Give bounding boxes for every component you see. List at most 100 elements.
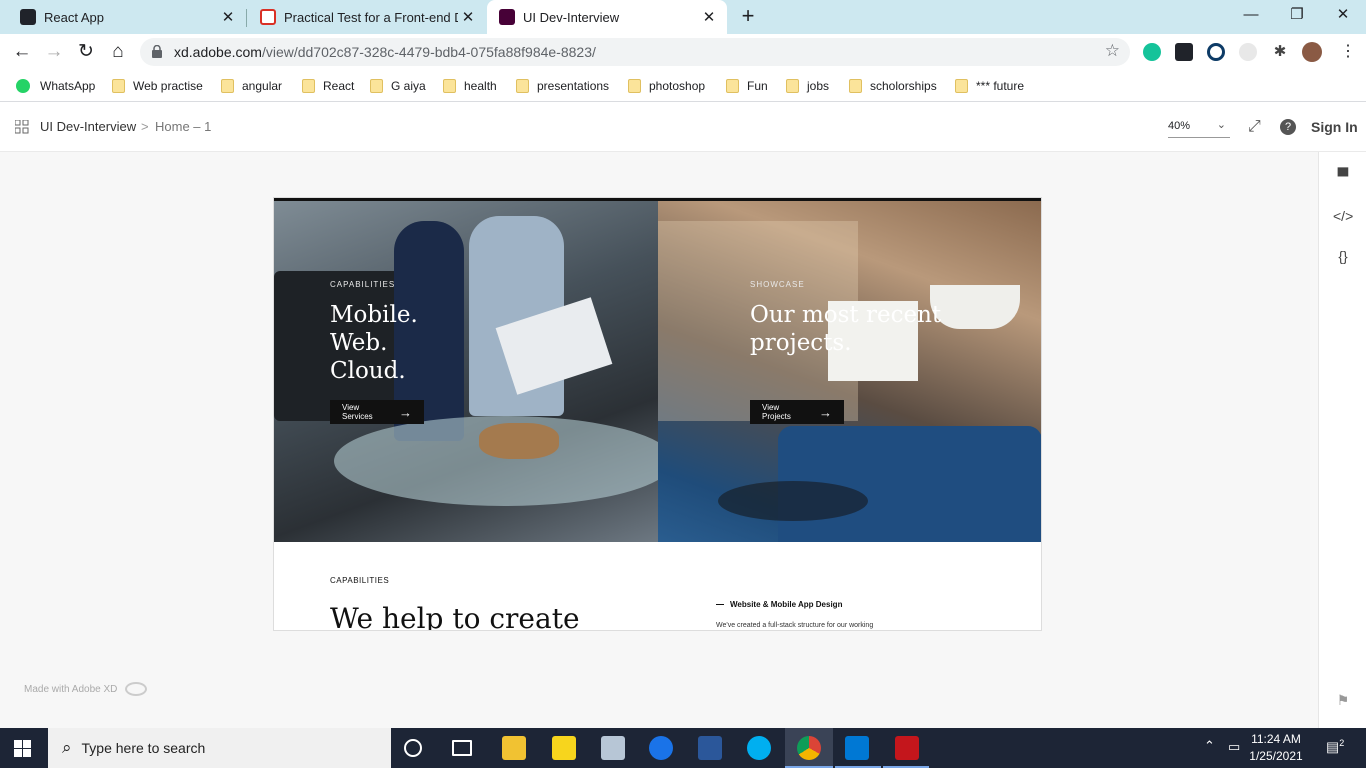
xd-side-panel: ▀ </> {} ⚑	[1318, 152, 1366, 728]
capabilities-section: CAPABILITIES We help to create Website &…	[274, 542, 1041, 630]
help-icon[interactable]: ?	[1280, 119, 1296, 135]
tab-ui-dev-interview[interactable]: UI Dev-Interview ✕	[487, 0, 727, 34]
sign-in-link[interactable]: Sign In	[1311, 119, 1358, 135]
section-eyebrow: CAPABILITIES	[330, 576, 390, 585]
search-icon: ⌕	[62, 738, 72, 757]
photos-icon[interactable]	[601, 736, 625, 760]
new-tab-button[interactable]: +	[736, 4, 760, 28]
bookmark-folder[interactable]: presentations	[516, 76, 609, 96]
notification-icon[interactable]: ▤2	[1326, 738, 1344, 756]
grid-view-icon[interactable]	[15, 120, 29, 134]
minimize-button[interactable]: —	[1228, 0, 1274, 30]
restore-button[interactable]: ❐	[1274, 0, 1320, 30]
made-with-adobe-xd[interactable]: Made with Adobe XD	[24, 682, 148, 696]
breadcrumb-project[interactable]: UI Dev-Interview	[40, 119, 136, 134]
chrome-icon[interactable]	[797, 736, 821, 760]
reload-button[interactable]: ↻	[72, 38, 100, 66]
folder-icon	[628, 79, 641, 93]
lock-icon	[152, 45, 162, 58]
browser-toolbar: ← → ↻ ⌂ xd.adobe.com/view/dd702c87-328c-…	[0, 34, 1366, 70]
hero-eyebrow: SHOWCASE	[750, 280, 805, 289]
file-explorer-icon[interactable]	[502, 736, 526, 760]
grammarly-extension-icon[interactable]	[1143, 43, 1161, 61]
tray-chevron-up-icon[interactable]: ⌃	[1204, 738, 1215, 754]
windows-taskbar: ⌕ Type here to search ⌃ ▭ 11:24 AM 1/25/…	[0, 728, 1366, 768]
braces-icon[interactable]: {}	[1333, 248, 1353, 264]
word-icon[interactable]	[698, 736, 722, 760]
close-window-button[interactable]: ✕	[1320, 0, 1366, 30]
service-title: Website & Mobile App Design	[716, 600, 842, 609]
fullscreen-icon[interactable]: ⤢	[1248, 118, 1261, 136]
folder-icon	[516, 79, 529, 93]
forward-button[interactable]: →	[40, 38, 68, 66]
acrobat-icon[interactable]	[895, 736, 919, 760]
view-projects-button[interactable]: View Projects →	[750, 400, 844, 424]
tab-title: React App	[44, 9, 104, 25]
vscode-icon[interactable]	[845, 736, 869, 760]
hero-showcase: SHOWCASE Our most recent projects. View …	[658, 201, 1041, 542]
folder-icon	[726, 79, 739, 93]
tab-title: Practical Test for a Front-end Dev	[284, 9, 458, 25]
dash-icon	[716, 604, 724, 606]
clock[interactable]: 11:24 AM 1/25/2021	[1246, 732, 1306, 763]
tab-react-app[interactable]: React App ✕	[0, 0, 246, 34]
browser-menu-icon[interactable]: ⋮	[1334, 38, 1362, 66]
network-icon[interactable]: ▭	[1228, 739, 1240, 755]
xd-viewer-header: UI Dev-Interview > Home – 1 40% ⌄ ⤢ ? Si…	[0, 103, 1366, 152]
close-tab-icon[interactable]: ✕	[218, 8, 238, 26]
bookmark-folder[interactable]: photoshop	[628, 76, 705, 96]
code-icon[interactable]: </>	[1333, 208, 1353, 224]
bookmark-folder[interactable]: scholorships	[849, 76, 937, 96]
hero-headline: Mobile. Web. Cloud.	[330, 302, 418, 384]
puzzle-extensions-icon[interactable]: ✱	[1271, 43, 1289, 61]
tab-title: UI Dev-Interview	[523, 9, 620, 25]
folder-icon	[786, 79, 799, 93]
bowl-shape	[479, 423, 559, 459]
sticky-notes-icon[interactable]	[552, 736, 576, 760]
tab-gmail[interactable]: Practical Test for a Front-end Dev ✕	[240, 0, 486, 34]
address-bar[interactable]: xd.adobe.com/view/dd702c87-328c-4479-bdb…	[140, 38, 1130, 66]
arrow-right-icon: →	[819, 404, 832, 420]
bookmark-folder[interactable]: Fun	[726, 76, 768, 96]
url-text: xd.adobe.com/view/dd702c87-328c-4479-bdb…	[174, 44, 596, 60]
bookmark-folder[interactable]: angular	[221, 76, 282, 96]
adobe-xd-favicon-icon	[499, 9, 515, 25]
bookmark-folder[interactable]: Web practise	[112, 76, 203, 96]
bookmark-folder[interactable]: *** future	[955, 76, 1024, 96]
bookmark-folder[interactable]: health	[443, 76, 497, 96]
zoom-select[interactable]: 40% ⌄	[1168, 119, 1230, 138]
cortana-icon[interactable]	[404, 739, 422, 757]
task-view-icon[interactable]	[452, 740, 472, 756]
windows-start-icon[interactable]	[14, 740, 31, 757]
comment-icon[interactable]: ▀	[1333, 168, 1353, 185]
xd-canvas: CAPABILITIES Mobile. Web. Cloud. View Se…	[0, 152, 1318, 728]
bookmark-folder[interactable]: jobs	[786, 76, 829, 96]
home-button[interactable]: ⌂	[104, 38, 132, 66]
profile-avatar[interactable]	[1302, 42, 1322, 62]
breadcrumb-artboard[interactable]: Home – 1	[155, 119, 211, 134]
folder-icon	[221, 79, 234, 93]
back-button[interactable]: ←	[8, 38, 36, 66]
notification-count: 2	[1339, 738, 1345, 748]
bookmark-whatsapp[interactable]: WhatsApp	[16, 76, 95, 96]
bookmark-folder[interactable]: G aiya	[370, 76, 426, 96]
bookmarks-bar: WhatsApp Web practise angular React G ai…	[0, 70, 1366, 102]
extension-icon[interactable]	[1207, 43, 1225, 61]
extension-icon[interactable]	[1239, 43, 1257, 61]
react-devtools-extension-icon[interactable]	[1175, 43, 1193, 61]
view-services-button[interactable]: View Services →	[330, 400, 424, 424]
creative-cloud-icon	[125, 682, 148, 696]
whatsapp-icon	[16, 79, 30, 93]
bookmark-star-icon[interactable]: ☆	[1105, 41, 1120, 61]
maps-icon[interactable]	[649, 736, 673, 760]
close-tab-icon[interactable]: ✕	[458, 8, 478, 26]
flag-icon[interactable]: ⚑	[1333, 692, 1353, 709]
hero-eyebrow: CAPABILITIES	[330, 280, 396, 289]
lamp-shape	[930, 285, 1020, 329]
react-favicon-icon	[20, 9, 36, 25]
skype-icon[interactable]	[747, 736, 771, 760]
bookmark-folder[interactable]: React	[302, 76, 354, 96]
taskbar-search[interactable]: ⌕ Type here to search	[48, 728, 391, 768]
close-tab-icon[interactable]: ✕	[699, 8, 719, 26]
artboard-home[interactable]: CAPABILITIES Mobile. Web. Cloud. View Se…	[273, 197, 1042, 631]
